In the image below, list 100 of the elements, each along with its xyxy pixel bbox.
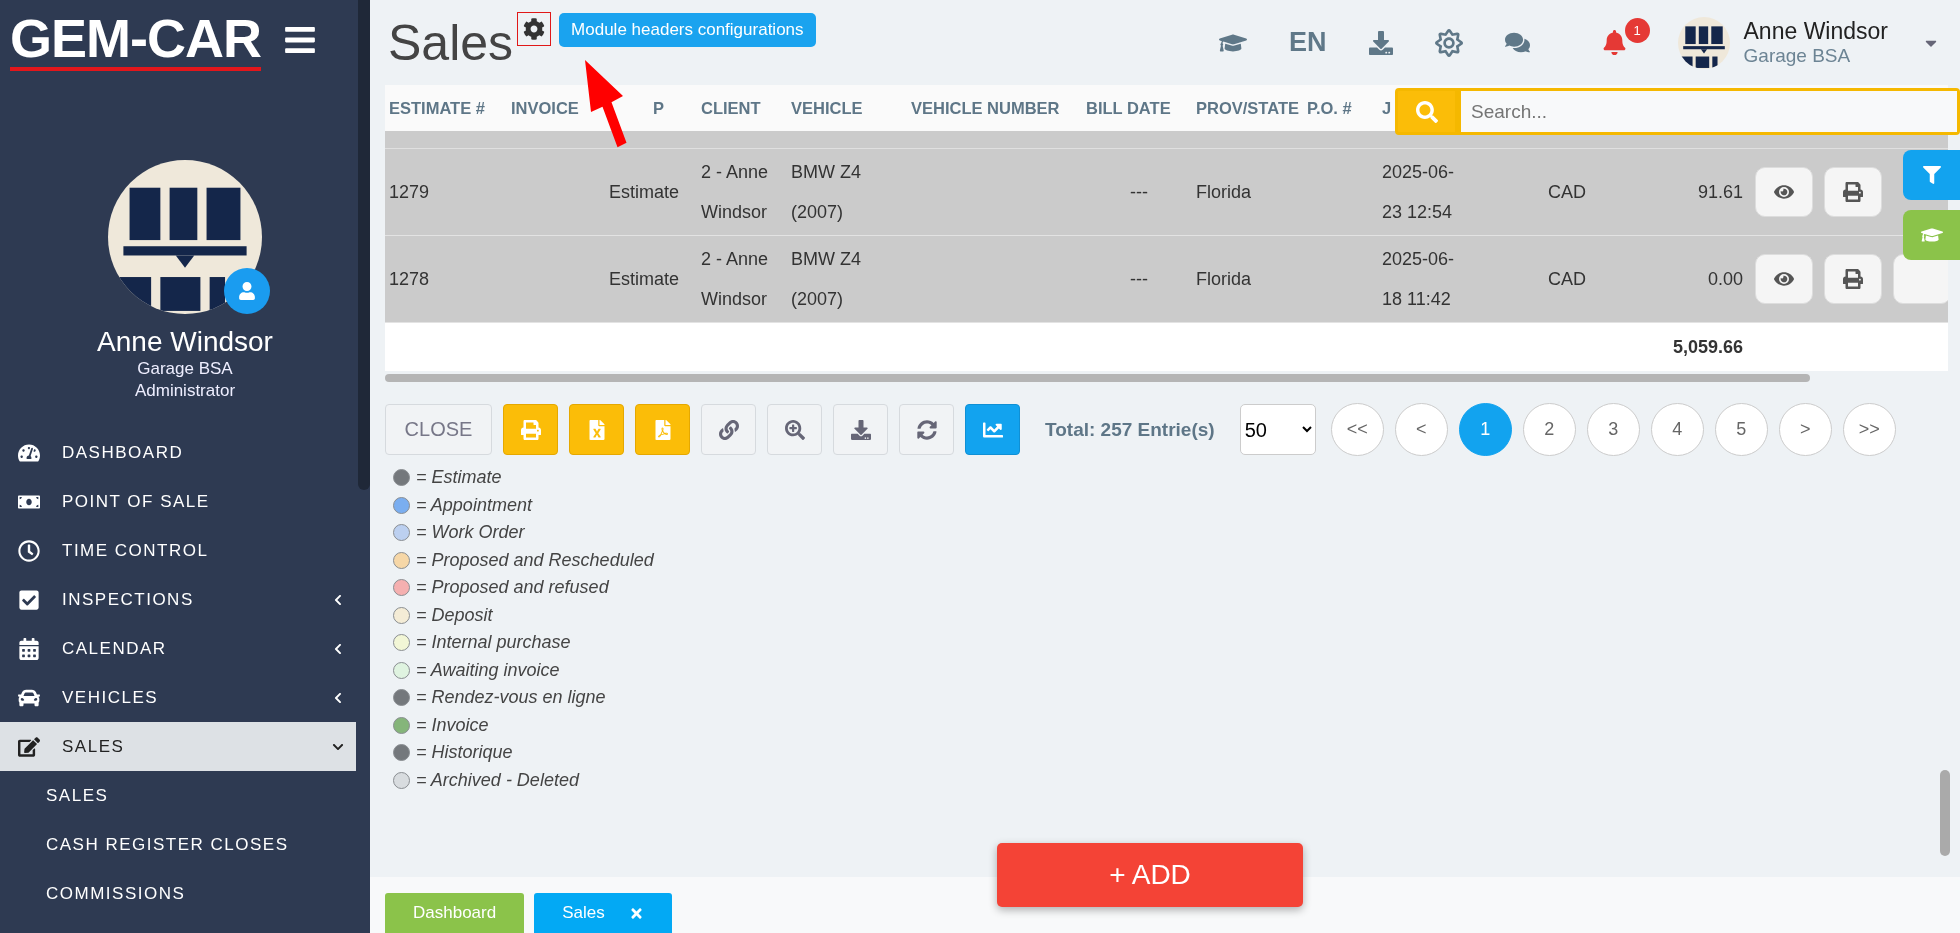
table-cell-text: --- [1129, 268, 1149, 291]
legend-label: = Estimate [416, 467, 502, 489]
refresh-icon [916, 419, 937, 440]
nav-subitem[interactable]: CASH REGISTER CLOSES [0, 820, 370, 869]
link-icon [718, 419, 739, 440]
profile-role: Administrator [133, 380, 237, 402]
table-cell-text: 1279 [388, 181, 431, 204]
chart-button[interactable] [965, 404, 1020, 455]
table-cell-text: 0.00 [1706, 268, 1743, 291]
vertical-scrollbar[interactable] [1940, 770, 1950, 856]
table-cell-text: 2025-06-18 11:42 [1381, 248, 1456, 311]
sidebar-scrollbar[interactable] [358, 0, 370, 490]
nav-item[interactable]: DASHBOARD [0, 428, 356, 477]
column-header[interactable]: INVOICE [511, 98, 579, 118]
search-icon [1415, 100, 1438, 123]
view-button[interactable] [1755, 167, 1813, 217]
table-cell-text: CAD [1547, 268, 1587, 291]
legend-label: = Deposit [416, 604, 493, 626]
page-size-select[interactable]: 50 [1239, 404, 1316, 455]
settings-button[interactable] [517, 11, 552, 46]
view-button[interactable] [1755, 254, 1813, 304]
filter-icon [1922, 166, 1941, 184]
total-entries: Total: 257 Entrie(s) [1045, 418, 1215, 441]
column-header[interactable]: BILL DATE [1086, 98, 1171, 118]
table-cell-text: --- [1129, 181, 1149, 204]
table-cell-text: 2 - Anne Windsor [700, 248, 770, 311]
page-button[interactable]: << [1330, 403, 1384, 456]
grand-total: 5,059.66 [1671, 336, 1743, 359]
column-header[interactable]: CLIENT [701, 98, 761, 118]
page-button[interactable]: 3 [1586, 403, 1640, 456]
profile-name: Anne Windsor [96, 326, 274, 358]
download-icon[interactable] [1368, 30, 1393, 55]
column-header[interactable]: ESTIMATE # [389, 98, 485, 118]
table-cell-text: Florida [1195, 181, 1253, 204]
column-header[interactable]: PROV/STATE [1196, 98, 1299, 118]
pdf-export-button[interactable] [635, 404, 690, 455]
nav-item[interactable]: SALES [0, 722, 356, 771]
column-header[interactable]: VEHICLE [791, 98, 863, 118]
notification-button[interactable] [1601, 30, 1627, 55]
print-button[interactable] [1824, 167, 1882, 217]
page-title: Sales [388, 13, 514, 72]
close-button[interactable]: CLOSE [385, 404, 492, 455]
tutorial-button[interactable] [1903, 210, 1960, 260]
column-header[interactable]: P.O. # [1307, 98, 1352, 118]
eye-icon [1774, 269, 1794, 289]
legend-label: = Awaiting invoice [416, 659, 560, 681]
excel-export-button[interactable] [569, 404, 624, 455]
legend-label: = Proposed and Rescheduled [416, 549, 654, 571]
nav-item[interactable]: VEHICLES [0, 673, 356, 722]
table-cell-text: 1278 [388, 268, 431, 291]
nav-item[interactable]: INSPECTIONS [0, 575, 356, 624]
page-button[interactable]: 5 [1714, 403, 1768, 456]
print-icon [1843, 182, 1863, 202]
column-header[interactable]: VEHICLE NUMBER [911, 98, 1060, 118]
sun-icon[interactable] [1434, 28, 1463, 57]
download-icon [850, 419, 871, 440]
horizontal-scrollbar[interactable] [385, 374, 1810, 382]
nav-item[interactable]: TIME CONTROL [0, 526, 356, 575]
gear-icon [523, 17, 546, 40]
zoom-in-icon [784, 419, 805, 440]
print-icon [520, 419, 541, 440]
nav-item[interactable]: POINT OF SALE [0, 477, 356, 526]
page-button[interactable]: 4 [1650, 403, 1704, 456]
page-button[interactable]: > [1778, 403, 1832, 456]
page-button[interactable]: >> [1842, 403, 1896, 456]
legend-label: = Proposed and refused [416, 577, 609, 599]
print-button[interactable] [1824, 254, 1882, 304]
column-header[interactable]: P [653, 98, 664, 118]
nav-item[interactable]: CALENDAR [0, 624, 356, 673]
link-button[interactable] [701, 404, 756, 455]
calendar-icon [18, 637, 40, 660]
filter-button[interactable] [1903, 150, 1960, 200]
user-company: Garage BSA [1743, 45, 1852, 67]
table-cell-text: BMW Z4 (2007) [790, 161, 862, 224]
legend-label: = Invoice [416, 714, 489, 736]
nav-subitem[interactable]: COMMISSIONS [0, 869, 370, 918]
legend-label: = Work Order [416, 522, 525, 544]
table-cell-text: CAD [1547, 181, 1587, 204]
page-button[interactable]: < [1394, 403, 1448, 456]
download-button[interactable] [833, 404, 888, 455]
nav-subitem[interactable]: SALES [0, 771, 370, 820]
notification-count: 1 [1624, 18, 1650, 43]
print-icon [1843, 269, 1863, 289]
table-cell-text: 2 - Anne Windsor [700, 161, 770, 224]
tooltip: Module headers configurations [559, 12, 816, 47]
user-icon [238, 282, 256, 300]
table-cell-text: Estimate [608, 181, 681, 204]
chat-icon[interactable] [1504, 30, 1530, 55]
language-button[interactable]: EN [1289, 27, 1327, 58]
edit-icon [18, 735, 40, 758]
legend-label: = Internal purchase [416, 632, 571, 654]
legend-label: = Historique [416, 742, 513, 764]
add-button[interactable]: + ADD [997, 843, 1303, 907]
column-header[interactable]: J [1382, 98, 1392, 118]
search-field[interactable]: Search... [1458, 88, 1960, 135]
profile-company: Garage BSA [136, 358, 234, 380]
table-cell-text: 91.61 [1696, 181, 1743, 204]
page-button[interactable]: 2 [1522, 403, 1576, 456]
zoom-button[interactable] [767, 404, 822, 455]
refresh-button[interactable] [899, 404, 954, 455]
